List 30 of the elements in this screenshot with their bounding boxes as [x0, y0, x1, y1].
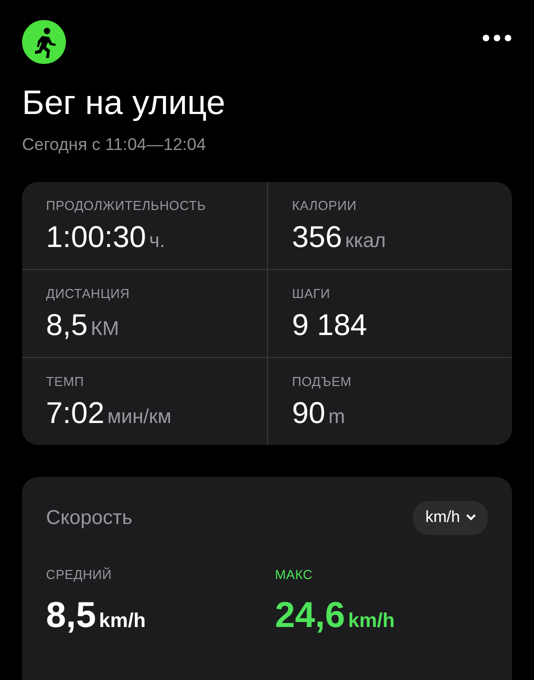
stat-label: ПРОДОЛЖИТЕЛЬНОСТЬ	[46, 196, 207, 215]
metric-value: 8,5	[46, 593, 96, 637]
metric-label: СРЕДНИЙ	[46, 566, 113, 584]
unit-dropdown[interactable]: km/h	[413, 500, 488, 534]
metric-unit: km/h	[99, 609, 146, 634]
stat-label: ДИСТАНЦИЯ	[46, 284, 131, 303]
metric-unit: km/h	[348, 609, 395, 634]
stat-value: 1:00:30	[46, 220, 146, 256]
stat-label: ТЕМП	[46, 372, 85, 390]
stat-unit: мин/км	[107, 405, 172, 430]
stat-value: 90	[292, 396, 326, 432]
speed-title: Скорость	[46, 506, 132, 530]
stat-unit: ккал	[345, 229, 386, 254]
stat-value: 8,5	[46, 308, 88, 344]
workout-title: Бег на улице	[22, 86, 226, 120]
stat-unit: ч.	[149, 229, 166, 254]
stat-value: 7:02	[46, 396, 104, 432]
stat-unit: КМ	[90, 317, 120, 342]
stat-unit: m	[328, 405, 346, 430]
stat-label: КАЛОРИИ	[292, 196, 358, 214]
chevron-down-icon	[466, 514, 476, 521]
stat-label: ПОДЪЕМ	[292, 372, 353, 391]
stat-label: ШАГИ	[292, 284, 332, 302]
workout-time: Сегодня с 11:04—12:04	[22, 134, 207, 156]
running-figure-icon	[22, 20, 66, 64]
more-icon[interactable]	[482, 34, 512, 42]
metric-label: МАКС	[275, 566, 314, 584]
stat-value: 9 184	[292, 308, 368, 344]
metric-value: 24,6	[275, 593, 346, 637]
stat-value: 356	[292, 220, 342, 256]
